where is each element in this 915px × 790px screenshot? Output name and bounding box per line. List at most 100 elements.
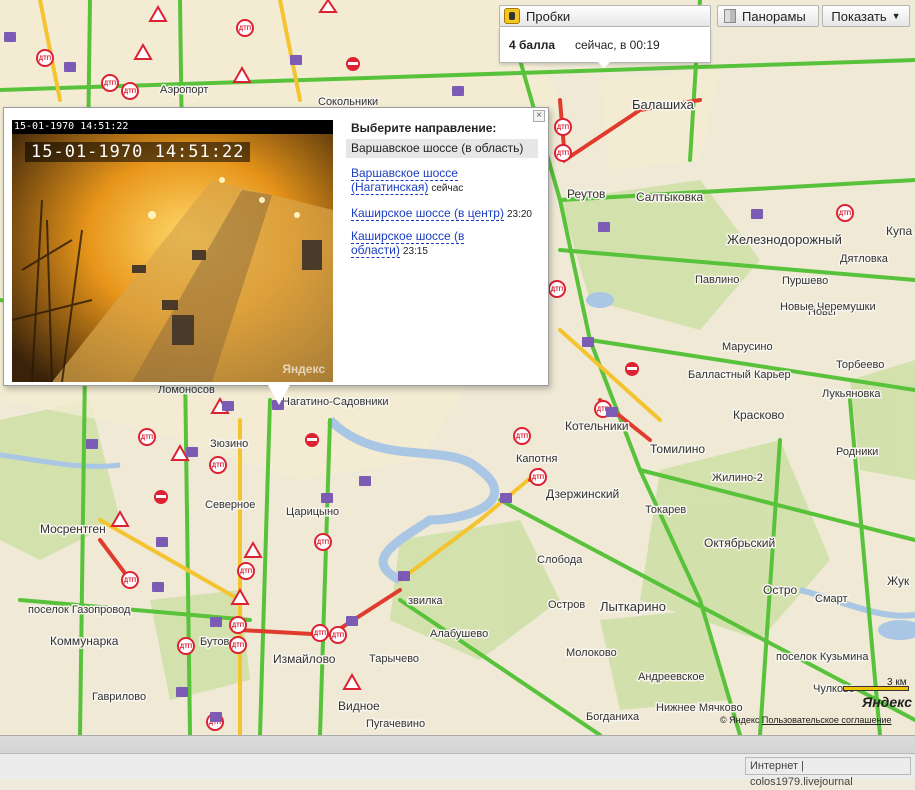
svg-text:Алабушево: Алабушево bbox=[430, 628, 488, 640]
show-dropdown-button[interactable]: Показать ▼ bbox=[822, 5, 910, 27]
yandex-logo: Яндекс bbox=[862, 694, 912, 710]
svg-text:ДТП: ДТП bbox=[232, 643, 244, 649]
svg-text:Дятловка: Дятловка bbox=[840, 253, 889, 265]
svg-text:Нагатино-Садовники: Нагатино-Садовники bbox=[282, 396, 389, 408]
svg-text:Остров: Остров bbox=[548, 599, 585, 611]
camera-image: 15-01-1970 14:51:22 15-01-1970 14:51:22 … bbox=[12, 120, 333, 382]
direction-link[interactable]: Каширское шоссе (в центр) bbox=[351, 206, 504, 221]
svg-text:ДТП: ДТП bbox=[239, 26, 251, 32]
svg-text:Железнодорожный: Железнодорожный bbox=[727, 232, 842, 247]
chevron-down-icon: ▼ bbox=[891, 11, 901, 21]
svg-text:Слобода: Слобода bbox=[537, 554, 583, 566]
svg-text:Пугачевино: Пугачевино bbox=[366, 718, 425, 730]
svg-text:поселок Кузьмина: поселок Кузьмина bbox=[776, 651, 869, 663]
traffic-button-label: Пробки bbox=[526, 8, 571, 24]
camera-small-timestamp: 15-01-1970 14:51:22 bbox=[14, 121, 129, 132]
svg-text:Токарев: Токарев bbox=[645, 504, 686, 516]
svg-text:Балашиха: Балашиха bbox=[632, 97, 695, 112]
svg-text:Молоково: Молоково bbox=[566, 647, 617, 659]
svg-text:ДТП: ДТП bbox=[317, 540, 329, 546]
svg-text:Новые Черемушки: Новые Черемушки bbox=[780, 301, 876, 313]
svg-text:Нижнее Мячково: Нижнее Мячково bbox=[656, 702, 743, 714]
svg-text:Лукьяновка: Лукьяновка bbox=[822, 388, 881, 400]
svg-text:Родники: Родники bbox=[836, 446, 878, 458]
status-segment: Интернет | colos1979.livejournal bbox=[745, 757, 911, 788]
terms-link[interactable]: Пользовательское соглашение bbox=[762, 715, 892, 725]
svg-text:ДТП: ДТП bbox=[332, 633, 344, 639]
svg-text:Остро: Остро bbox=[763, 583, 798, 597]
svg-text:Салтыковка: Салтыковка bbox=[636, 190, 704, 204]
camera-watermark: Яндекс bbox=[282, 362, 325, 376]
svg-text:Реутов: Реутов bbox=[567, 187, 605, 201]
direction-time: 23:15 bbox=[402, 246, 428, 257]
svg-text:Зюзино: Зюзино bbox=[210, 438, 248, 450]
svg-text:Балластный Карьер: Балластный Карьер bbox=[688, 369, 791, 381]
svg-text:ДТП: ДТП bbox=[314, 631, 326, 637]
svg-text:ДТП: ДТП bbox=[532, 475, 544, 481]
svg-text:Котельники: Котельники bbox=[565, 419, 629, 433]
direction-selected[interactable]: Варшавское шоссе (в область) bbox=[346, 139, 538, 158]
svg-text:ДТП: ДТП bbox=[551, 287, 563, 293]
panorama-button[interactable]: Панорамы bbox=[717, 5, 819, 27]
close-icon[interactable]: × bbox=[533, 110, 545, 122]
traffic-score: 4 балла bbox=[509, 37, 556, 52]
svg-text:Красково: Красково bbox=[733, 408, 785, 422]
svg-text:поселок Газопровод: поселок Газопровод bbox=[28, 604, 131, 616]
svg-text:Богданиха: Богданиха bbox=[586, 711, 640, 723]
svg-text:Купа: Купа bbox=[886, 224, 912, 238]
traffic-button[interactable]: Пробки bbox=[499, 5, 711, 27]
balloon-tail bbox=[268, 385, 290, 405]
svg-text:ДТП: ДТП bbox=[104, 81, 116, 87]
svg-text:Измайлово: Измайлово bbox=[273, 652, 336, 666]
camera-timestamp-bar: 15-01-1970 14:51:22 bbox=[12, 120, 333, 134]
svg-text:ДТП: ДТП bbox=[141, 435, 153, 441]
svg-text:ДТП: ДТП bbox=[124, 578, 136, 584]
traffic-panel-pointer bbox=[598, 62, 610, 68]
direction-item[interactable]: Каширское шоссе (в области) 23:15 bbox=[351, 229, 501, 259]
camera-timestamp: 15-01-1970 14:51:22 bbox=[25, 142, 251, 162]
svg-text:ДТП: ДТП bbox=[180, 644, 192, 650]
svg-text:Лыткарино: Лыткарино bbox=[600, 599, 666, 614]
svg-text:Тарычево: Тарычево bbox=[369, 653, 419, 665]
direction-time: сейчас bbox=[431, 183, 464, 194]
direction-item[interactable]: Каширское шоссе (в центр) 23:20 bbox=[351, 206, 541, 222]
svg-text:Смарт: Смарт bbox=[815, 593, 848, 605]
svg-text:Октябрьский: Октябрьский bbox=[704, 536, 775, 550]
show-button-label: Показать bbox=[831, 8, 887, 24]
svg-text:Марусино: Марусино bbox=[722, 341, 773, 353]
svg-text:ДТП: ДТП bbox=[839, 211, 851, 217]
browser-status-bar: Интернет | colos1979.livejournal bbox=[0, 735, 915, 788]
svg-text:Жилино-2: Жилино-2 bbox=[712, 472, 763, 484]
svg-text:ДТП: ДТП bbox=[39, 56, 51, 62]
svg-text:Видное: Видное bbox=[338, 699, 380, 713]
svg-text:ДТП: ДТП bbox=[124, 89, 136, 95]
panorama-button-label: Панорамы bbox=[742, 8, 806, 24]
svg-text:Дзержинский: Дзержинский bbox=[546, 487, 619, 501]
panorama-icon bbox=[724, 9, 736, 23]
svg-text:Андреевское: Андреевское bbox=[638, 671, 705, 683]
svg-text:Капотня: Капотня bbox=[516, 453, 557, 465]
svg-text:Северное: Северное bbox=[205, 499, 255, 511]
svg-text:звилка: звилка bbox=[408, 595, 444, 607]
copyright: © Яндекс Пользовательское соглашение bbox=[720, 715, 892, 725]
direction-time: 23:20 bbox=[506, 209, 532, 220]
traffic-updated-time: сейчас, в 00:19 bbox=[575, 37, 660, 52]
svg-text:Аэропорт: Аэропорт bbox=[160, 84, 208, 96]
svg-text:Коммунарка: Коммунарка bbox=[50, 634, 119, 648]
svg-text:Пуршево: Пуршево bbox=[782, 275, 828, 287]
svg-text:Павлино: Павлино bbox=[695, 274, 739, 286]
scale-line bbox=[843, 686, 909, 691]
svg-text:Торбеево: Торбеево bbox=[836, 359, 884, 371]
svg-text:Гаврилово: Гаврилово bbox=[92, 691, 146, 703]
traffic-info-panel: 4 балла сейчас, в 00:19 bbox=[499, 27, 711, 63]
svg-text:ДТП: ДТП bbox=[212, 463, 224, 469]
svg-text:Томилино: Томилино bbox=[650, 442, 705, 456]
svg-text:ДТП: ДТП bbox=[557, 151, 569, 157]
directions-title: Выберите направление: bbox=[351, 121, 497, 135]
svg-text:Мосрентген: Мосрентген bbox=[40, 522, 106, 536]
direction-item[interactable]: Варшавское шоссе (Нагатинская) сейчас bbox=[351, 166, 521, 196]
copyright-prefix: © Яндекс bbox=[720, 715, 760, 725]
svg-text:ДТП: ДТП bbox=[232, 623, 244, 629]
traffic-light-icon bbox=[504, 8, 520, 24]
status-bar-inner: Интернет | colos1979.livejournal bbox=[0, 753, 915, 788]
